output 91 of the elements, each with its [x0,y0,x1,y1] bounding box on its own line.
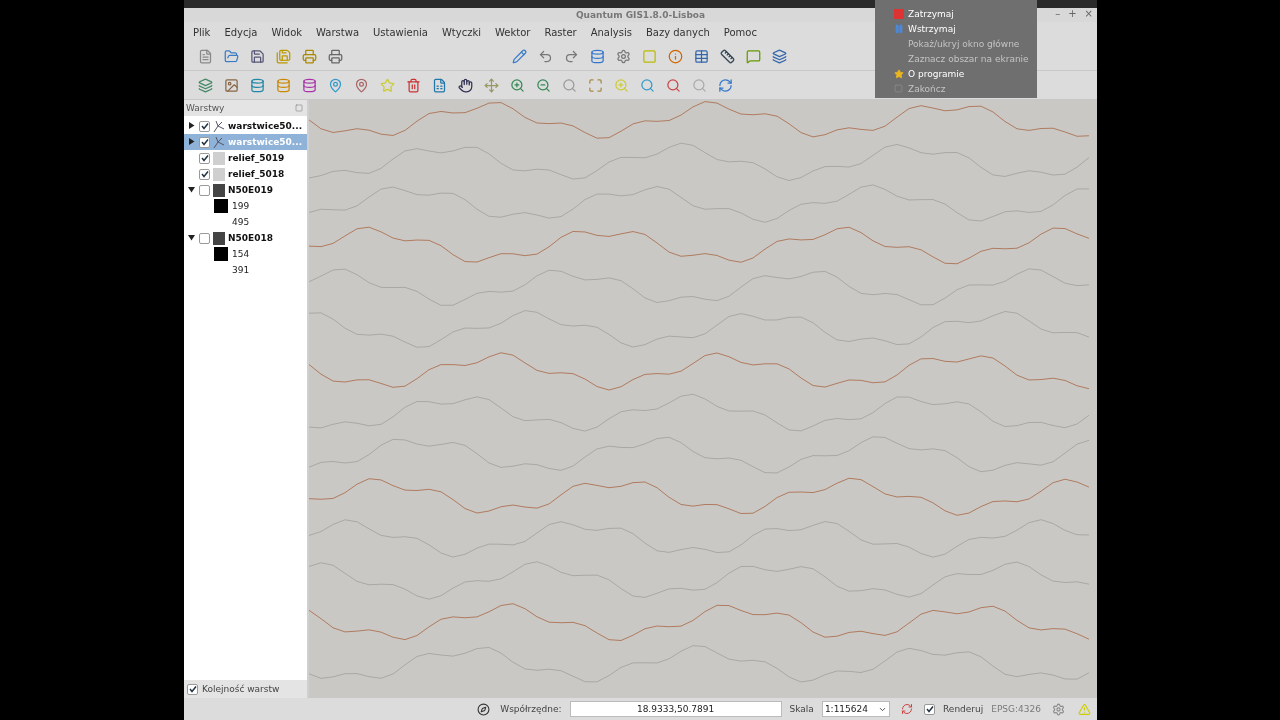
menu-item[interactable]: Wstrzymaj [875,21,1037,36]
menu-item[interactable]: Wtyczki [441,26,481,38]
line-layer-icon [213,119,225,133]
menu-item[interactable]: Bazy danych [645,26,710,38]
add-vector-icon[interactable] [196,76,214,94]
add-layer-icon[interactable] [300,76,318,94]
legend-label: 199 [232,201,250,211]
annotation-icon[interactable] [744,47,762,65]
layer-name: relief_5018 [228,169,285,179]
refresh-icon[interactable] [716,76,734,94]
scale-combo[interactable]: 1:115624 [821,701,890,717]
zoom-out-icon[interactable] [534,76,552,94]
remove-layer-icon[interactable] [404,76,422,94]
window-title: Quantum GIS1.8.0-Lisboa [575,10,706,20]
layer-name: warstwice50... [228,137,303,147]
save-as-icon[interactable] [274,47,292,65]
raster-thumbnail-icon [213,151,225,165]
settings-icon[interactable] [614,47,632,65]
identify-icon[interactable] [666,47,684,65]
add-layer-icon[interactable] [274,76,292,94]
legend-label: 495 [232,217,250,227]
save-icon[interactable] [248,47,266,65]
layer-name: N50E018 [228,233,273,243]
zoom-last-icon[interactable] [664,76,682,94]
layer-row[interactable]: relief_5019 [184,150,307,166]
expand-arrow-icon[interactable] [188,138,195,145]
layer-checkbox[interactable] [199,152,210,164]
expand-arrow-icon[interactable] [188,122,195,129]
layer-row[interactable]: warstwice50... [184,118,307,134]
layer-checkbox[interactable] [199,184,210,196]
menu-item[interactable]: Raster [544,26,577,38]
layer-checkbox[interactable] [199,168,210,180]
compass-icon[interactable] [474,700,493,718]
window-control[interactable]: + [1068,8,1077,19]
render-checkbox[interactable] [924,703,935,715]
menu-item[interactable]: Analysis [590,26,632,38]
menu-item[interactable]: Zatrzymaj [875,6,1037,21]
print-composer-icon[interactable] [300,47,318,65]
line-layer-icon [213,135,225,149]
coords-field[interactable]: 18.9333,50.7891 [569,701,782,717]
zoom-icon[interactable] [560,76,578,94]
render-label: Renderuj [943,704,984,714]
stop-icon [894,8,904,19]
pan-icon[interactable] [456,76,474,94]
raster-thumbnail-icon [213,183,225,197]
table-icon[interactable] [692,47,710,65]
add-database-icon[interactable] [248,76,266,94]
ruler-icon[interactable] [718,47,736,65]
menu-item[interactable]: O programie [875,66,1037,81]
scale-label: Skala [789,704,814,714]
layer-checkbox[interactable] [199,136,210,148]
zoom-next-icon[interactable] [690,76,708,94]
layer-checkbox[interactable] [199,120,210,132]
legend-label: 391 [232,265,250,275]
window-control[interactable]: – [1055,8,1061,19]
layer-row[interactable]: relief_5018 [184,166,307,182]
expand-arrow-icon[interactable] [188,234,195,241]
pause-icon [894,23,904,34]
pencil-icon[interactable] [510,47,528,65]
layer-name: relief_5019 [228,153,285,163]
pan-selection-icon[interactable] [482,76,500,94]
menu-item[interactable]: Warstwa [316,26,360,38]
menu-item[interactable]: Plik [193,26,211,38]
legend-label: 154 [232,249,250,259]
database-icon[interactable] [588,47,606,65]
print-icon[interactable] [326,47,344,65]
order-checkbox[interactable] [187,683,198,695]
menu-item[interactable]: Widok [271,26,303,38]
menu-item[interactable]: Pomoc [723,26,757,38]
raster-thumbnail-icon [213,231,225,245]
open-folder-icon[interactable] [222,47,240,65]
add-raster-icon[interactable] [222,76,240,94]
coords-label: Współrzędne: [500,704,562,714]
zoom-full-icon[interactable] [586,76,604,94]
layer-row[interactable]: N50E018 [184,230,307,246]
zoom-in-icon[interactable] [508,76,526,94]
menu-item[interactable]: Ustawienia [373,26,428,38]
zoom-selection-icon[interactable] [638,76,656,94]
layer-row[interactable]: N50E019 [184,182,307,198]
menu-item[interactable]: Wektor [495,26,531,38]
layer-name: warstwice50... [228,121,303,131]
raster-thumbnail-icon [213,167,225,181]
layers-icon[interactable] [770,47,788,65]
star-icon [894,68,904,79]
layer-checkbox[interactable] [199,232,210,244]
menu-item[interactable]: Edycja [224,26,258,38]
layer-name: N50E019 [228,185,273,195]
expand-arrow-icon[interactable] [188,186,195,193]
window-control[interactable]: × [1084,8,1093,19]
order-label: Kolejność warstw [202,684,280,694]
panel-title: Warstwy [186,103,225,113]
